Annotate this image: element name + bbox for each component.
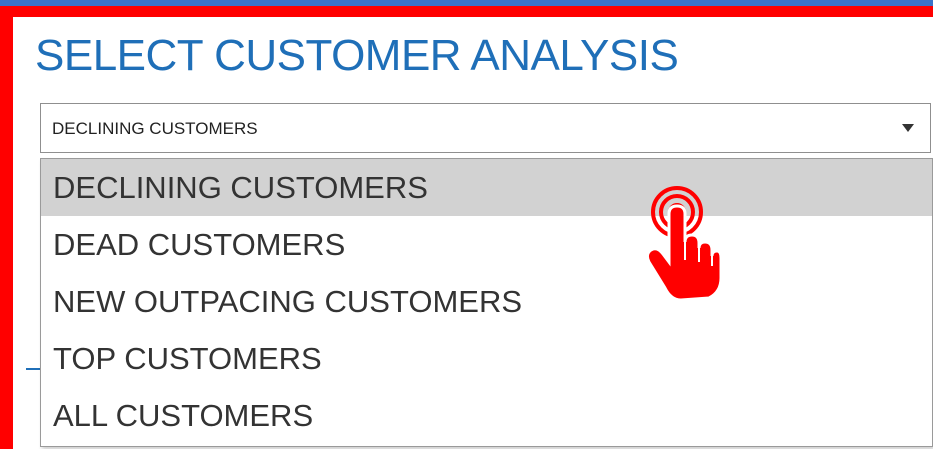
dropdown-option-declining-customers[interactable]: DECLINING CUSTOMERS [41,159,932,216]
dropdown-option-dead-customers[interactable]: DEAD CUSTOMERS [41,216,932,273]
divider-line [26,368,40,370]
highlight-frame: SELECT CUSTOMER ANALYSIS DECLINING CUSTO… [0,6,933,449]
select-current-value: DECLINING CUSTOMERS [52,119,258,138]
dropdown-option-new-outpacing-customers[interactable]: NEW OUTPACING CUSTOMERS [41,273,932,330]
dropdown-option-all-customers[interactable]: ALL CUSTOMERS [41,387,932,444]
hand-pointer-icon [645,186,721,300]
dropdown-list: DECLINING CUSTOMERS DEAD CUSTOMERS NEW O… [40,158,933,447]
dropdown-option-top-customers[interactable]: TOP CUSTOMERS [41,330,932,387]
analysis-panel: SELECT CUSTOMER ANALYSIS DECLINING CUSTO… [13,17,933,449]
caret-down-icon[interactable] [902,124,914,132]
page-title: SELECT CUSTOMER ANALYSIS [35,31,679,80]
customer-analysis-select[interactable]: DECLINING CUSTOMERS [40,103,931,153]
